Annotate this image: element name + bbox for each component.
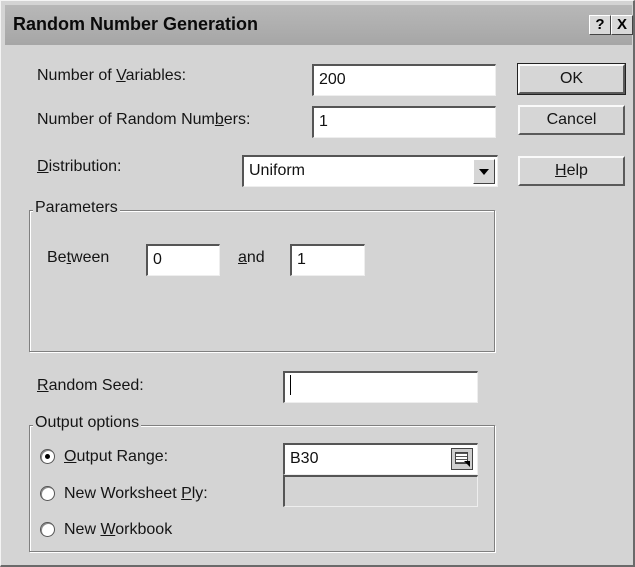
random-seed-label: Random Seed:: [37, 377, 144, 394]
num-random-numbers-input[interactable]: 1: [312, 106, 496, 138]
text-cursor: [290, 375, 291, 396]
chevron-down-icon[interactable]: [473, 159, 495, 184]
output-range-label[interactable]: Output Range:: [64, 448, 168, 466]
dialog-title: Random Number Generation: [13, 14, 259, 34]
title-bar[interactable]: Random Number Generation ? X: [5, 5, 633, 45]
output-range-radio[interactable]: [40, 449, 55, 464]
cancel-button[interactable]: Cancel: [518, 105, 625, 135]
distribution-select[interactable]: Uniform: [242, 155, 498, 187]
between-label: Between: [47, 249, 110, 266]
help-title-button[interactable]: ?: [589, 15, 611, 35]
close-button[interactable]: X: [611, 15, 633, 35]
ok-button[interactable]: OK: [517, 63, 626, 95]
and-label: and: [238, 249, 265, 266]
help-button[interactable]: Help: [518, 156, 625, 186]
new-worksheet-input[interactable]: [283, 475, 478, 507]
num-random-numbers-label: Number of Random Numbers:: [37, 111, 251, 128]
distribution-selected-value: Uniform: [249, 162, 306, 179]
and-input[interactable]: 1: [290, 244, 365, 276]
between-input[interactable]: 0: [146, 244, 220, 276]
new-workbook-radio[interactable]: [40, 522, 55, 537]
num-variables-input[interactable]: 200: [312, 64, 496, 96]
new-worksheet-radio[interactable]: [40, 486, 55, 501]
num-variables-label: Number of Variables:: [37, 67, 187, 84]
new-workbook-label[interactable]: New Workbook: [64, 521, 172, 539]
collapse-dialog-icon[interactable]: [451, 448, 473, 470]
parameters-legend: Parameters: [33, 199, 120, 217]
output-range-value: B30: [290, 450, 319, 467]
distribution-label: Distribution:: [37, 158, 122, 175]
random-seed-input[interactable]: [283, 371, 478, 403]
output-range-input[interactable]: B30: [283, 443, 478, 475]
output-options-legend: Output options: [33, 414, 142, 432]
new-worksheet-label[interactable]: New Worksheet Ply:: [64, 485, 208, 503]
random-number-generation-dialog: Random Number Generation ? X Number of V…: [0, 0, 635, 567]
parameters-group: [29, 210, 495, 352]
